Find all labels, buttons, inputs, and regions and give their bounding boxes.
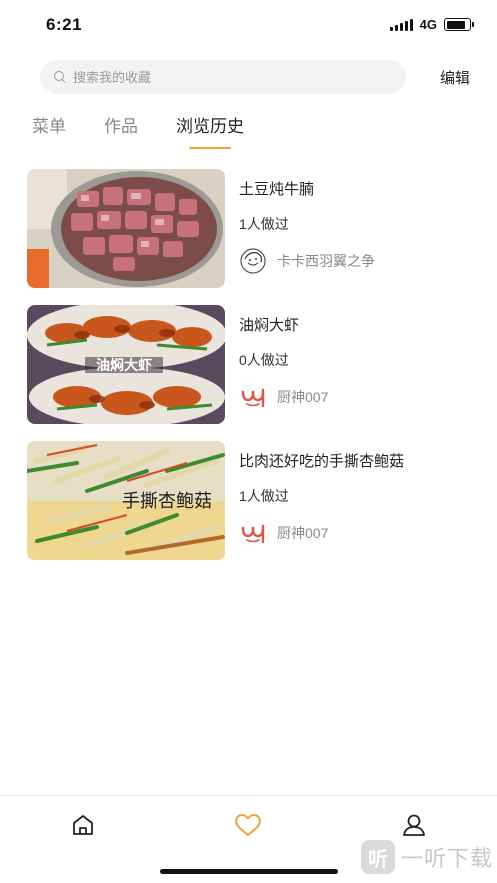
recipe-info: 比肉还好吃的手撕杏鲍菇 1人做过 厨神007: [239, 441, 469, 547]
recipe-image-braised-prawns[interactable]: 油焖大虾: [27, 305, 225, 424]
recipe-title[interactable]: 比肉还好吃的手撕杏鲍菇: [239, 453, 469, 471]
author-name: 厨神007: [277, 389, 329, 405]
status-time: 6:21: [46, 15, 83, 34]
author-row[interactable]: 卡卡西羽翼之争: [239, 247, 469, 275]
nav-profile[interactable]: [399, 810, 429, 840]
beef-stew-photo: [27, 169, 225, 288]
chef-logo-icon: [239, 383, 267, 411]
recipe-title[interactable]: 油焖大虾: [239, 317, 469, 335]
tab-menu[interactable]: 菜单: [32, 115, 66, 155]
tab-browse-history-label: 浏览历史: [176, 117, 244, 136]
tab-works[interactable]: 作品: [104, 115, 138, 155]
chef-logo-icon: [239, 519, 267, 547]
author-row[interactable]: 厨神007: [239, 383, 469, 411]
list-item[interactable]: 手撕杏鲍菇 比肉还好吃的手撕杏鲍菇 1人做过 厨神007: [27, 441, 472, 577]
prawn-image-caption: 油焖大虾: [96, 357, 152, 374]
search-box[interactable]: [40, 60, 406, 94]
list-item[interactable]: 油焖大虾 油焖大虾 0人做过 厨神007: [27, 305, 472, 441]
sketch-avatar-icon: [239, 247, 267, 275]
history-list: 土豆炖牛腩 1人做过 卡卡西羽翼之争 油焖大虾 油焖大虾 0人做过 厨神007 …: [27, 169, 472, 577]
recipe-image-king-oyster[interactable]: 手撕杏鲍菇: [27, 441, 225, 560]
nav-home[interactable]: [68, 810, 98, 840]
author-name: 卡卡西羽翼之争: [277, 253, 375, 269]
author-row[interactable]: 厨神007: [239, 519, 469, 547]
recipe-info: 土豆炖牛腩 1人做过 卡卡西羽翼之争: [239, 169, 469, 275]
user-icon: [403, 814, 425, 836]
nav-favorites[interactable]: [233, 810, 263, 840]
braised-prawns-photo: 油焖大虾: [27, 305, 225, 424]
search-input[interactable]: [73, 69, 373, 85]
search-icon: [54, 71, 66, 83]
status-bar: 6:21 4G: [0, 0, 497, 50]
network-label: 4G: [419, 17, 437, 32]
author-name: 厨神007: [277, 525, 329, 541]
recipe-image-beef-stew[interactable]: [27, 169, 225, 288]
home-indicator: [160, 869, 338, 874]
home-icon: [73, 815, 93, 835]
watermark: 听 一听下载: [360, 840, 493, 874]
search-row: 编辑: [40, 60, 470, 94]
cooked-count: 0人做过: [239, 352, 289, 368]
recipe-info: 油焖大虾 0人做过 厨神007: [239, 305, 469, 411]
battery-icon: [444, 18, 474, 31]
king-oyster-photo: 手撕杏鲍菇: [27, 441, 225, 560]
cooked-count: 1人做过: [239, 216, 289, 232]
list-item[interactable]: 土豆炖牛腩 1人做过 卡卡西羽翼之争: [27, 169, 472, 305]
tab-active-indicator: [189, 147, 231, 149]
status-indicators: 4G: [389, 17, 474, 32]
watermark-text: 一听下载: [400, 846, 493, 871]
signal-icon: [389, 18, 413, 31]
oyster-image-caption: 手撕杏鲍菇: [122, 491, 212, 512]
heart-icon: [235, 814, 261, 836]
battery-fill: [446, 20, 466, 29]
tab-browse-history[interactable]: 浏览历史: [176, 115, 244, 155]
cooked-count: 1人做过: [239, 488, 289, 504]
watermark-logo: 听: [360, 840, 395, 874]
tab-bar: 菜单 作品 浏览历史: [32, 115, 282, 155]
recipe-title[interactable]: 土豆炖牛腩: [239, 181, 469, 199]
edit-button[interactable]: 编辑: [440, 67, 470, 88]
